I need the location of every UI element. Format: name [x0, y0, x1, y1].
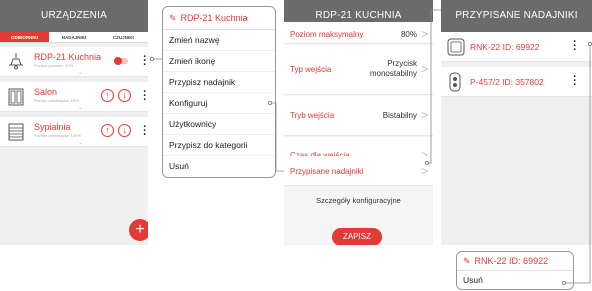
device-item-kuchnia[interactable]: RDP-21 Kuchnia Poziom jasności: 49% ⌄ · ·…	[0, 47, 148, 77]
power-toggle[interactable]	[114, 57, 128, 65]
pencil-icon[interactable]: ✎	[463, 256, 471, 267]
assigned-transmitters-screen: PRZYPISANE NADAJNIKI RNK-22 ID: 69922 · ·…	[441, 0, 592, 245]
menu-item-configure[interactable]: Konfiguruj	[163, 93, 275, 114]
devices-screen: URZĄDZENIA ODBIORNIKI NADAJNIKI CZUJNIKI…	[0, 0, 148, 245]
tab-nadajniki[interactable]: NADAJNIKI	[49, 32, 98, 42]
chevron-right-icon: >	[420, 108, 428, 122]
more-vert-icon[interactable]: · · ·	[143, 52, 147, 71]
save-button[interactable]: ZAPISZ	[332, 228, 382, 245]
transmitter-item[interactable]: RNK-22 ID: 69922 · · ·	[441, 32, 592, 62]
device-item-salon[interactable]: Salon Poziom zamknięcia: 16% ⌄ ↑ ↓ · · ·	[0, 82, 148, 112]
more-vert-icon[interactable]: · · ·	[573, 37, 577, 56]
add-device-button[interactable]: +	[129, 219, 148, 241]
transmitter-context-menu: ✎ RNK-22 ID: 69922 Usuń	[456, 251, 574, 290]
arrow-up-icon[interactable]: ↑	[101, 89, 114, 102]
pencil-icon[interactable]: ✎	[169, 13, 177, 24]
menu-title: RNK-22 ID: 69922	[474, 256, 549, 266]
tab-odbiorniki[interactable]: ODBIORNIKI	[0, 32, 50, 42]
chevron-right-icon: >	[420, 164, 428, 178]
row-value: Bistabilny	[382, 111, 417, 120]
remote-control-icon	[449, 72, 461, 92]
device-status: Poziom zamknięcia: 16%	[34, 98, 79, 103]
menu-item-users[interactable]: Użytkownicy	[163, 114, 275, 135]
row-label: Tryb wejścia	[290, 111, 335, 120]
row-label: Poziom maksymalny	[290, 30, 364, 39]
device-status: Poziom zamknięcia: 100%	[34, 133, 81, 138]
chevron-down-icon[interactable]: ⌄	[78, 104, 83, 111]
menu-item-change-icon[interactable]: Zmień ikonę	[163, 51, 275, 72]
chevron-down-icon[interactable]: ⌄	[78, 139, 83, 146]
device-tabs: ODBIORNIKI NADAJNIKI CZUJNIKI	[0, 32, 148, 43]
config-screen: RDP-21 KUCHNIA Poziom maksymalny 80% > T…	[284, 0, 433, 245]
device-name: Sypialnia	[34, 122, 71, 132]
menu-item-rename[interactable]: Zmień nazwę	[163, 30, 275, 51]
row-assigned-transmitters[interactable]: Przypisane nadajniki >	[284, 156, 433, 186]
tab-czujniki[interactable]: CZUJNIKI	[99, 32, 148, 42]
menu-item-delete[interactable]: Usuń	[163, 156, 275, 177]
devices-header: URZĄDZENIA	[0, 0, 148, 32]
more-vert-icon[interactable]: · · ·	[143, 87, 147, 106]
transmitter-name: RNK-22 ID: 69922	[470, 42, 540, 52]
device-context-menu: ✎ RDP-21 Kuchnia Zmień nazwę Zmień ikonę…	[162, 6, 276, 178]
menu-header: ✎ RNK-22 ID: 69922	[457, 252, 573, 271]
transmitter-name: P-457/2 ID: 357802	[470, 77, 544, 87]
wall-switch-icon	[447, 38, 465, 56]
config-details-label[interactable]: Szczegóły konfiguracyjne	[284, 196, 433, 205]
menu-header: ✎ RDP-21 Kuchnia	[163, 7, 275, 30]
row-input-type[interactable]: Typ wejścia Przycisk monostabilny >	[284, 45, 433, 95]
row-max-level[interactable]: Poziom maksymalny 80% >	[284, 22, 433, 44]
arrow-down-icon[interactable]: ↓	[118, 124, 131, 137]
row-label: Przypisane nadajniki	[290, 167, 364, 176]
menu-item-assign-transmitter[interactable]: Przypisz nadajnik	[163, 72, 275, 93]
roller-shutter-icon	[8, 123, 24, 141]
device-item-sypialnia[interactable]: Sypialnia Poziom zamknięcia: 100% ⌄ ↑ ↓ …	[0, 117, 148, 147]
device-status: Poziom jasności: 49%	[34, 63, 74, 68]
arrow-up-icon[interactable]: ↑	[101, 124, 114, 137]
arrow-down-icon[interactable]: ↓	[118, 89, 131, 102]
menu-item-delete[interactable]: Usuń	[457, 271, 573, 289]
row-label: Typ wejścia	[290, 65, 332, 74]
chevron-right-icon: >	[420, 27, 428, 41]
more-vert-icon[interactable]: · · ·	[573, 72, 577, 91]
device-name: RDP-21 Kuchnia	[34, 52, 102, 62]
chevron-down-icon[interactable]: ⌄	[78, 69, 83, 76]
window-blind-icon	[8, 88, 24, 106]
row-value: Przycisk monostabilny	[369, 59, 417, 78]
transmitter-item[interactable]: P-457/2 ID: 357802 · · ·	[441, 67, 592, 97]
menu-item-assign-category[interactable]: Przypisz do kategorii	[163, 135, 275, 156]
lamp-icon	[9, 53, 23, 70]
row-value: 80%	[400, 30, 417, 39]
menu-title: RDP-21 Kuchnia	[180, 13, 248, 23]
device-name: Salon	[34, 87, 58, 97]
row-input-mode[interactable]: Tryb wejścia Bistabilny >	[284, 96, 433, 136]
transmitters-header: PRZYPISANE NADAJNIKI	[441, 0, 592, 32]
more-vert-icon[interactable]: · · ·	[143, 122, 147, 141]
chevron-right-icon: >	[420, 62, 428, 76]
